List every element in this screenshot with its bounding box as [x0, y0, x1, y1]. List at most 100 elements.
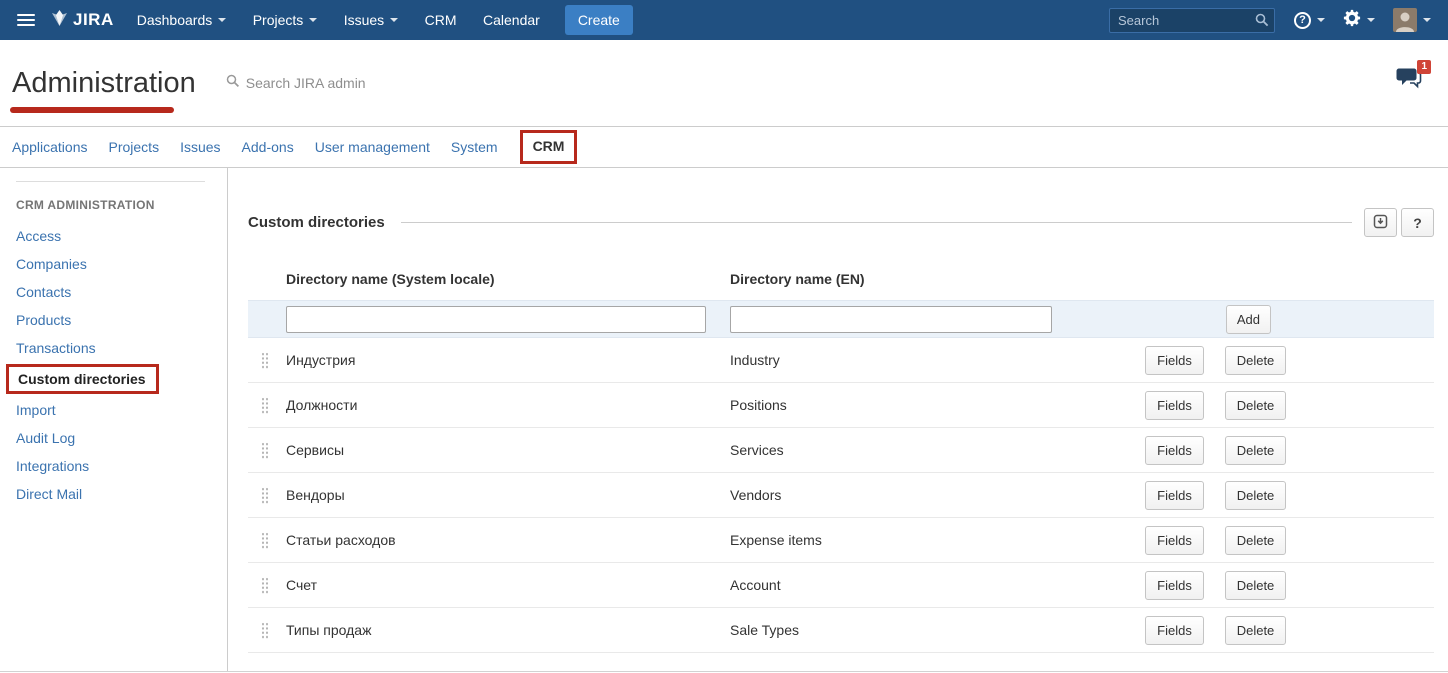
notification-badge: 1 — [1417, 60, 1431, 74]
directory-name-locale: Сервисы — [286, 442, 730, 458]
jira-logo[interactable]: JIRA — [44, 10, 126, 31]
sidebar-item-custom-directories[interactable]: Custom directories — [6, 364, 159, 394]
table-row: Вендоры Vendors Fields Delete — [248, 473, 1434, 518]
help-icon: ? — [1294, 12, 1311, 29]
fields-button[interactable]: Fields — [1145, 391, 1204, 420]
tab-issues[interactable]: Issues — [180, 139, 220, 155]
drag-handle-icon[interactable] — [261, 622, 269, 639]
fields-button[interactable]: Fields — [1145, 526, 1204, 555]
delete-button[interactable]: Delete — [1225, 481, 1286, 510]
drag-handle-icon[interactable] — [261, 487, 269, 504]
column-header-en: Directory name (EN) — [730, 271, 1434, 287]
user-profile-menu[interactable] — [1384, 0, 1440, 40]
directory-name-en: Sale Types — [730, 622, 1145, 638]
panel-action-button[interactable] — [1364, 208, 1397, 237]
tab-system[interactable]: System — [451, 139, 498, 155]
admin-search-input[interactable] — [246, 75, 476, 91]
topnav-item-issues[interactable]: Issues — [333, 0, 409, 40]
new-directory-locale-input[interactable] — [286, 306, 706, 333]
sidebar-item-contacts[interactable]: Contacts — [0, 278, 227, 306]
table-row: Должности Positions Fields Delete — [248, 383, 1434, 428]
directory-name-en: Expense items — [730, 532, 1145, 548]
topnav-item-dashboards[interactable]: Dashboards — [126, 0, 238, 40]
table-row: Индустрия Industry Fields Delete — [248, 338, 1434, 383]
crm-admin-sidebar: CRM ADMINISTRATION Access Companies Cont… — [0, 168, 228, 672]
sidebar-item-companies[interactable]: Companies — [0, 250, 227, 278]
admin-header: Administration 1 — [0, 40, 1448, 127]
tab-add-ons[interactable]: Add-ons — [242, 139, 294, 155]
tab-user-management[interactable]: User management — [315, 139, 430, 155]
delete-button[interactable]: Delete — [1225, 346, 1286, 375]
tab-projects[interactable]: Projects — [109, 139, 160, 155]
drag-handle-icon[interactable] — [261, 532, 269, 549]
fields-button[interactable]: Fields — [1145, 346, 1204, 375]
annotation-box-crm-tab: CRM — [520, 130, 578, 164]
window-bottom-edge — [0, 671, 1448, 672]
topnav-item-crm[interactable]: CRM — [414, 0, 468, 40]
help-menu[interactable]: ? — [1285, 0, 1334, 40]
delete-button[interactable]: Delete — [1225, 571, 1286, 600]
directory-name-locale: Типы продаж — [286, 622, 730, 638]
add-button[interactable]: Add — [1226, 305, 1271, 334]
create-button[interactable]: Create — [565, 5, 633, 35]
delete-button[interactable]: Delete — [1225, 616, 1286, 645]
sidebar-heading: CRM ADMINISTRATION — [0, 198, 227, 222]
quick-search-input[interactable] — [1109, 8, 1275, 33]
table-row: Сервисы Services Fields Delete — [248, 428, 1434, 473]
sidebar-item-audit-log[interactable]: Audit Log — [0, 424, 227, 452]
topnav-item-projects[interactable]: Projects — [242, 0, 329, 40]
table-row: Счет Account Fields Delete — [248, 563, 1434, 608]
sidebar-item-import[interactable]: Import — [0, 396, 227, 424]
sidebar-item-transactions[interactable]: Transactions — [0, 334, 227, 362]
topnav-item-calendar[interactable]: Calendar — [472, 0, 551, 40]
admin-search — [226, 74, 476, 93]
topnav-menu: Dashboards Projects Issues CRM Calendar — [126, 0, 551, 40]
directory-name-locale: Индустрия — [286, 352, 730, 368]
admin-settings-menu[interactable] — [1334, 0, 1384, 40]
drag-handle-icon[interactable] — [261, 577, 269, 594]
directory-name-en: Industry — [730, 352, 1145, 368]
directory-name-en: Account — [730, 577, 1145, 593]
directory-name-locale: Должности — [286, 397, 730, 413]
help-button[interactable]: ? — [1401, 208, 1434, 237]
fields-button[interactable]: Fields — [1145, 436, 1204, 465]
chevron-down-icon — [1317, 18, 1325, 22]
admin-notifications-button[interactable]: 1 — [1396, 67, 1422, 95]
tab-crm[interactable]: CRM — [533, 138, 565, 154]
quick-search — [1109, 8, 1275, 33]
chevron-down-icon — [390, 18, 398, 22]
delete-button[interactable]: Delete — [1225, 436, 1286, 465]
directory-name-en: Positions — [730, 397, 1145, 413]
custom-directories-panel: Custom directories ? Directory name (Sys… — [228, 168, 1448, 672]
admin-tab-bar: Applications Projects Issues Add-ons Use… — [0, 127, 1448, 168]
column-header-locale: Directory name (System locale) — [286, 271, 730, 287]
page-title: Administration — [12, 67, 196, 100]
app-switcher-icon[interactable] — [8, 6, 44, 34]
tab-applications[interactable]: Applications — [12, 139, 88, 155]
table-row: Статьи расходов Expense items Fields Del… — [248, 518, 1434, 563]
box-arrow-down-icon — [1373, 214, 1388, 232]
table-header-row: Directory name (System locale) Directory… — [248, 261, 1434, 300]
sidebar-item-direct-mail[interactable]: Direct Mail — [0, 480, 227, 508]
drag-handle-icon[interactable] — [261, 352, 269, 369]
fields-button[interactable]: Fields — [1145, 571, 1204, 600]
drag-handle-icon[interactable] — [261, 397, 269, 414]
sidebar-item-products[interactable]: Products — [0, 306, 227, 334]
search-icon — [1255, 13, 1269, 32]
directory-name-en: Vendors — [730, 487, 1145, 503]
add-directory-row: Add — [248, 300, 1434, 338]
sidebar-item-integrations[interactable]: Integrations — [0, 452, 227, 480]
section-title-divider — [401, 222, 1352, 223]
fields-button[interactable]: Fields — [1145, 616, 1204, 645]
delete-button[interactable]: Delete — [1225, 391, 1286, 420]
new-directory-en-input[interactable] — [730, 306, 1052, 333]
top-navigation: JIRA Dashboards Projects Issues CRM Cale… — [0, 0, 1448, 40]
jira-logo-icon — [52, 10, 67, 31]
chevron-down-icon — [218, 18, 226, 22]
fields-button[interactable]: Fields — [1145, 481, 1204, 510]
annotation-underline-administration — [10, 107, 174, 113]
drag-handle-icon[interactable] — [261, 442, 269, 459]
directory-name-en: Services — [730, 442, 1145, 458]
delete-button[interactable]: Delete — [1225, 526, 1286, 555]
sidebar-item-access[interactable]: Access — [0, 222, 227, 250]
